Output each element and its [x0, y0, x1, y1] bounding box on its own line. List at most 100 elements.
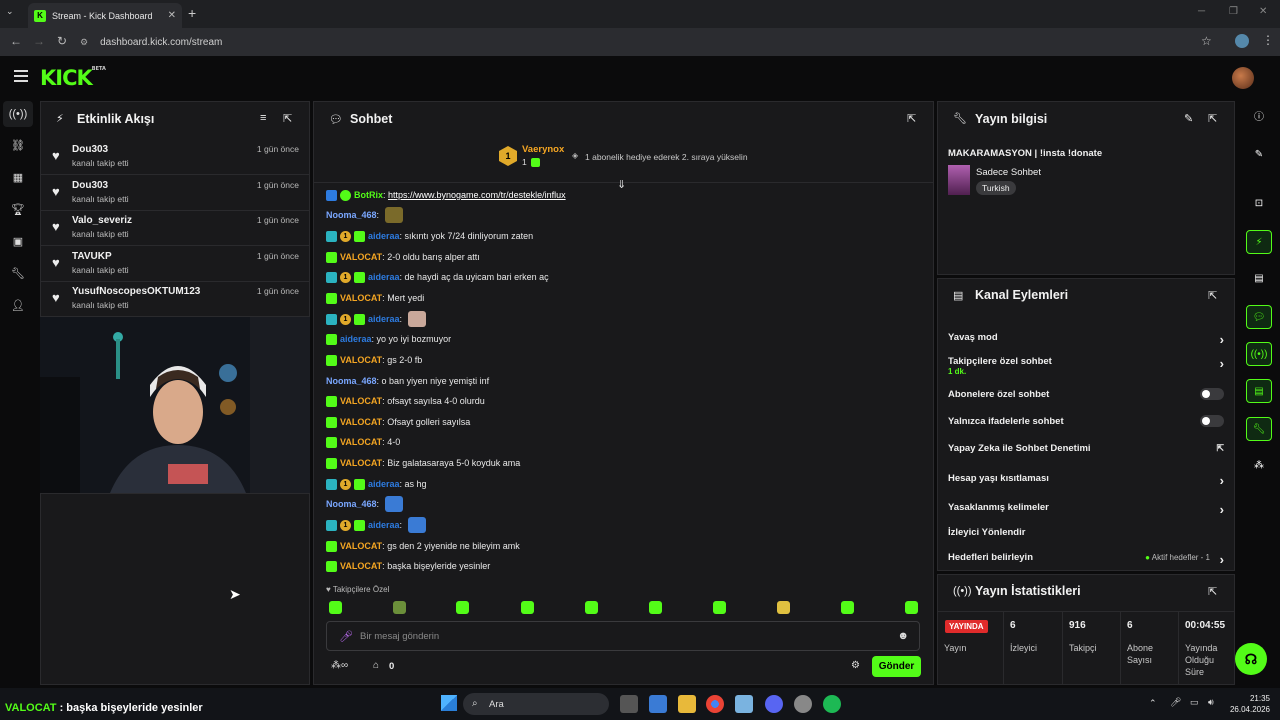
info-icon[interactable]: ⓘ — [1246, 106, 1272, 130]
store-icon[interactable]: ⌂ — [373, 660, 379, 671]
file-explorer-icon[interactable] — [678, 695, 696, 713]
chat-username[interactable]: Nooma_468 — [326, 376, 377, 386]
channel-action-row[interactable]: Yapay Zeka ile Sohbet Denetimi ⇱ — [948, 443, 1224, 457]
emoji-picker-icon[interactable]: ☻ — [897, 630, 909, 642]
volume-tray-icon[interactable]: 🔊︎ — [1208, 697, 1214, 708]
close-window-icon[interactable]: ✕ — [1259, 6, 1267, 17]
quick-emote-icon[interactable] — [905, 601, 918, 614]
quick-emote-icon[interactable] — [777, 601, 790, 614]
chat-message[interactable]: BotRix: https://www.bynogame.com/tr/dest… — [326, 186, 566, 204]
emote-image[interactable] — [407, 311, 426, 327]
emote-image[interactable] — [384, 207, 403, 223]
url-field[interactable]: ⚙ dashboard.kick.com/stream — [80, 33, 1220, 51]
channel-action-row[interactable]: Yavaş mod › — [948, 332, 1224, 347]
chat-message[interactable]: 1 aideraa: — [326, 516, 426, 534]
chat-message[interactable]: VALOCAT: ofsayt sayılsa 4-0 olurdu — [326, 392, 485, 410]
chat-message[interactable]: VALOCAT: gs 2-0 fb — [326, 351, 422, 369]
chat-username[interactable]: aideraa — [368, 314, 400, 324]
chat-message[interactable]: 1 aideraa: de haydi aç da uyicam bari erk… — [326, 268, 549, 286]
chat-message[interactable]: 1 aideraa: as hg — [326, 475, 427, 493]
quick-emote-icon[interactable] — [456, 601, 469, 614]
activity-item[interactable]: ♥ TAVUKP kanalı takip etti 1 gün önce — [41, 246, 309, 282]
stream-info-popout-icon[interactable]: ⇱ — [1208, 112, 1217, 125]
tray-chevron-icon[interactable]: ⌃ — [1149, 698, 1157, 709]
channel-actions-popout-icon[interactable]: ⇱ — [1208, 289, 1217, 302]
obs-icon[interactable] — [794, 695, 812, 713]
channel-action-row[interactable]: Takipçilere özel sohbet 1 dk. › — [948, 356, 1224, 376]
microphone-tray-icon[interactable]: 🎤︎ — [1170, 697, 1181, 708]
channel-actions-toggle-icon[interactable]: ▤ — [1246, 379, 1272, 403]
quick-emote-icon[interactable] — [521, 601, 534, 614]
filter-icon[interactable]: ≡ — [260, 112, 266, 124]
trophy-icon[interactable]: 🏆︎ — [8, 200, 28, 220]
site-info-icon[interactable]: ⚙ — [80, 37, 88, 48]
discord-icon[interactable] — [765, 695, 783, 713]
browser-menu-icon[interactable]: ⋮ — [1262, 33, 1274, 47]
broadcast-toggle-icon[interactable]: ((•)) — [1246, 342, 1272, 366]
chat-settings-icon[interactable]: ⚙ — [851, 660, 860, 671]
chat-username[interactable]: aideraa — [368, 272, 400, 282]
support-icon[interactable]: ☊ — [1235, 643, 1267, 675]
channel-action-row[interactable]: Yalnızca ifadelerle sohbet — [948, 415, 1224, 430]
channel-action-row[interactable]: İzleyici Yönlendir — [948, 527, 1224, 541]
user-avatar[interactable] — [1232, 67, 1254, 89]
quick-emote-icon[interactable] — [329, 601, 342, 614]
channel-points-icon[interactable]: ⁂∞ — [331, 660, 348, 671]
chat-username[interactable]: VALOCAT — [340, 252, 382, 262]
bookmark-star-icon[interactable]: ☆ — [1201, 34, 1212, 48]
channel-action-row[interactable]: Abonelere özel sohbet — [948, 388, 1224, 403]
chat-message[interactable]: Nooma_468: o ban yiyen niye yemişti inf — [326, 372, 489, 390]
quick-emote-icon[interactable] — [649, 601, 662, 614]
chat-username[interactable]: VALOCAT — [340, 458, 382, 468]
chat-username[interactable]: VALOCAT — [340, 396, 382, 406]
kick-logo[interactable]: KICKBETA — [40, 66, 106, 90]
store-app-icon[interactable] — [649, 695, 667, 713]
task-view-icon[interactable] — [620, 695, 638, 713]
chat-username[interactable]: VALOCAT — [340, 293, 382, 303]
popout-icon[interactable]: ⇱ — [283, 112, 292, 125]
capture-icon[interactable]: ⊡ — [1246, 192, 1272, 216]
category-name[interactable]: Sadece Sohbet — [976, 167, 1041, 178]
chat-message[interactable]: VALOCAT: 2-0 oldu barış alper attı — [326, 248, 480, 266]
wrench-toggle-icon[interactable]: 🔧︎ — [1246, 417, 1272, 441]
chat-message[interactable]: VALOCAT: Mert yedi — [326, 289, 424, 307]
chrome-icon[interactable] — [706, 695, 724, 713]
video-library-icon[interactable]: ▣ — [8, 232, 28, 252]
channel-action-row[interactable]: Hesap yaşı kısıtlaması › — [948, 473, 1224, 488]
scroll-to-bottom-icon[interactable]: ⇓ — [617, 178, 626, 191]
chat-input[interactable]: 🎤︎ Bir mesaj gönderin ☻ — [326, 621, 920, 651]
chat-message[interactable]: VALOCAT: Biz galatasaraya 5-0 koyduk ama — [326, 454, 520, 472]
chat-link[interactable]: https://www.bynogame.com/tr/destekle/inf… — [388, 190, 566, 200]
edit-pen-icon[interactable]: ✎ — [1246, 143, 1272, 167]
chat-username[interactable]: aideraa — [368, 520, 400, 530]
forward-icon[interactable]: → — [33, 34, 45, 48]
monitor-tray-icon[interactable]: ▭ — [1190, 697, 1199, 708]
chat-message[interactable]: 1 aideraa: sıkıntı yok 7/24 dinliyorum za… — [326, 227, 533, 245]
chat-username[interactable]: BotRix — [354, 190, 383, 200]
community-icon[interactable]: 👤︎ — [8, 296, 28, 316]
activity-item[interactable]: ♥ YusufNoscopesOKTUM123 kanalı takip etti 1… — [41, 281, 309, 317]
reload-icon[interactable]: ↻ — [57, 34, 67, 48]
spotify-icon[interactable] — [823, 695, 841, 713]
wrench-icon[interactable]: 🔧︎ — [8, 264, 28, 284]
emote-image[interactable] — [384, 496, 403, 512]
close-tab-icon[interactable]: ✕ — [168, 10, 176, 21]
chat-message[interactable]: VALOCAT: başka bişeyleride yesinler — [326, 557, 490, 575]
chat-toggle-icon[interactable]: 💬︎ — [1246, 305, 1272, 329]
chat-username[interactable]: VALOCAT — [340, 437, 382, 447]
tab-search-icon[interactable]: ⌄ — [6, 6, 20, 20]
stream-broadcast-icon[interactable]: ((•)) — [8, 104, 28, 124]
toggle-switch[interactable] — [1200, 388, 1224, 400]
stats-popout-icon[interactable]: ⇱ — [1208, 585, 1217, 598]
activity-item[interactable]: ♥ Dou303 kanalı takip etti 1 gün önce — [41, 139, 309, 175]
gifter-name[interactable]: Vaerynox — [522, 144, 564, 155]
new-tab-button[interactable]: + — [188, 5, 196, 21]
chat-username[interactable]: VALOCAT — [340, 541, 382, 551]
chat-message[interactable]: VALOCAT: 4-0 — [326, 433, 400, 451]
document-icon[interactable]: ▤ — [1246, 267, 1272, 291]
chat-username[interactable]: Nooma_468 — [326, 210, 377, 220]
chat-message[interactable]: Nooma_468: — [326, 495, 403, 513]
chat-message[interactable]: 1 aideraa: — [326, 310, 426, 328]
channel-action-row[interactable]: Yasaklanmış kelimeler › — [948, 502, 1224, 517]
chat-username[interactable]: Nooma_468 — [326, 499, 377, 509]
